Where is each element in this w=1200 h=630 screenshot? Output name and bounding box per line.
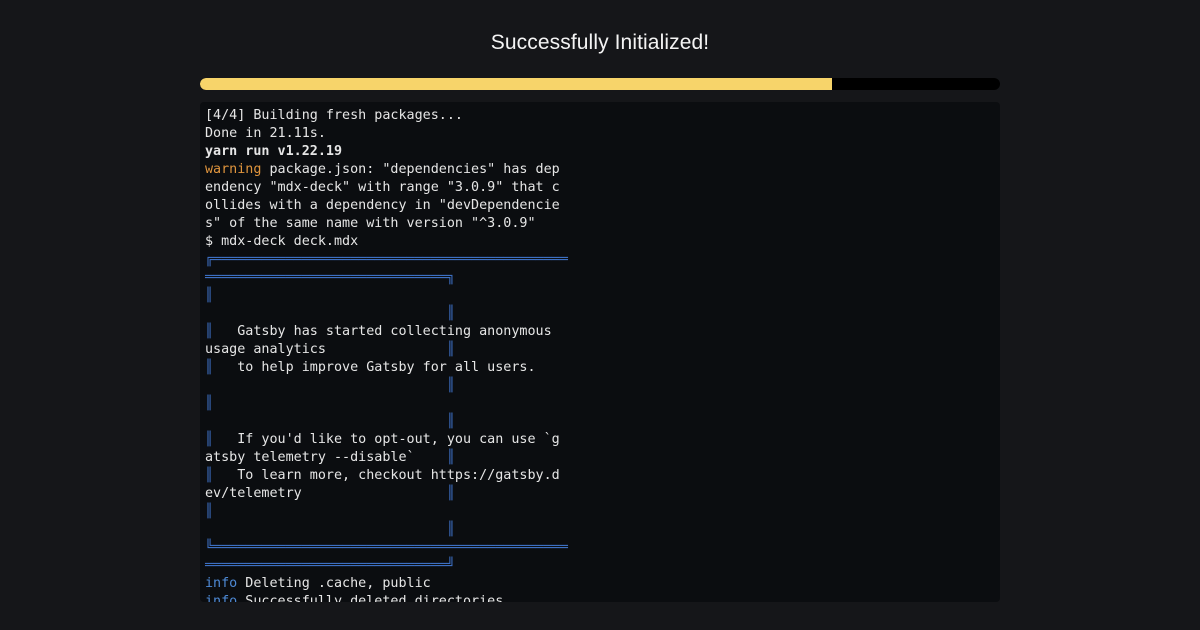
terminal-text: ev/telemetry [205, 486, 447, 501]
terminal-line: yarn run v1.22.19 [205, 143, 563, 161]
terminal-line: Done in 21.11s. [205, 125, 563, 143]
box-border-glyph: ║ [205, 306, 455, 321]
info-label: info [205, 576, 238, 591]
terminal-text: atsby telemetry --disable` [205, 450, 447, 465]
terminal-text: package.json: "dependencies" has dep [261, 162, 560, 177]
page-title: Successfully Initialized! [490, 31, 710, 54]
terminal-line: ══════════════════════════════╗ [205, 269, 563, 287]
box-border-glyph: ║ [205, 504, 214, 519]
terminal-line: info Deleting .cache, public [205, 575, 563, 593]
box-border-glyph: ║ [205, 522, 455, 537]
terminal-lines: [4/4] Building fresh packages... Done in … [205, 107, 568, 602]
box-border-glyph: ║ [446, 342, 455, 357]
terminal-text: to help improve Gatsby for all users. [213, 360, 536, 375]
terminal-line: s" of the same name with version "^3.0.9… [205, 215, 563, 233]
terminal-line: warning package.json: "dependencies" has… [205, 161, 563, 179]
terminal-line: usage analytics ║ [205, 341, 563, 359]
terminal-text: endency "mdx-deck" with range "3.0.9" th… [205, 180, 560, 195]
terminal-line: info Successfully deleted directories [205, 593, 563, 602]
warning-label: warning [205, 162, 262, 177]
terminal-line: ╔═══════════════════════════════════════… [205, 251, 568, 269]
terminal-line: atsby telemetry --disable` ║ [205, 449, 563, 467]
progress-bar-fill [200, 78, 832, 90]
info-label: info [205, 594, 238, 602]
box-border-glyph: ══════════════════════════════╝ [205, 558, 455, 573]
box-border-glyph: ║ [205, 360, 214, 375]
box-border-glyph: ║ [446, 450, 455, 465]
terminal-line: $ mdx-deck deck.mdx [205, 233, 563, 251]
terminal-text: yarn run v1.22.19 [205, 144, 343, 159]
terminal-line: ev/telemetry ║ [205, 485, 563, 503]
box-border-glyph: ║ [446, 486, 455, 501]
terminal-text: If you'd like to opt-out, you can use `g [213, 432, 560, 447]
terminal-line: ╚═══════════════════════════════════════… [205, 539, 568, 557]
terminal-text: Done in 21.11s. [205, 126, 326, 141]
terminal-line: endency "mdx-deck" with range "3.0.9" th… [205, 179, 563, 197]
terminal-line: ║ [205, 377, 563, 395]
terminal-line: ║ [205, 521, 563, 539]
box-border-glyph: ║ [205, 378, 455, 393]
terminal-line: ║ Gatsby has started collecting anonymou… [205, 323, 563, 341]
box-border-glyph: ║ [205, 324, 214, 339]
terminal-line: ║ [205, 413, 563, 431]
terminal-output[interactable]: [4/4] Building fresh packages... Done in … [200, 102, 1000, 602]
terminal-text: [4/4] Building fresh packages... [205, 108, 463, 123]
terminal-line: ║ [205, 395, 563, 413]
terminal-text: Deleting .cache, public [237, 576, 431, 591]
terminal-text: s" of the same name with version "^3.0.9… [205, 216, 536, 231]
terminal-line: ollides with a dependency in "devDepende… [205, 197, 563, 215]
box-border-glyph: ║ [205, 288, 214, 303]
progress-bar [200, 78, 1000, 90]
terminal-text: To learn more, checkout https://gatsby.d [213, 468, 560, 483]
box-border-glyph: ║ [205, 468, 214, 483]
terminal-text: usage analytics [205, 342, 447, 357]
terminal-line: ║ If you'd like to opt-out, you can use … [205, 431, 563, 449]
terminal-text: Gatsby has started collecting anonymous [213, 324, 552, 339]
terminal-line: ║ [205, 503, 563, 521]
terminal-text: ollides with a dependency in "devDepende… [205, 198, 560, 213]
terminal-line: [4/4] Building fresh packages... [205, 107, 563, 125]
box-border-glyph: ══════════════════════════════╗ [205, 270, 455, 285]
box-border-glyph: ║ [205, 396, 214, 411]
terminal-line: ║ To learn more, checkout https://gatsby… [205, 467, 563, 485]
terminal-line: ║ [205, 305, 563, 323]
terminal-line: ══════════════════════════════╝ [205, 557, 563, 575]
terminal-line: ║ to help improve Gatsby for all users. [205, 359, 563, 377]
box-border-glyph: ║ [205, 414, 455, 429]
box-border-glyph: ║ [205, 432, 214, 447]
terminal-text: Successfully deleted directories [237, 594, 504, 602]
terminal-line: ║ [205, 287, 563, 305]
box-border-glyph: ╚═══════════════════════════════════════… [205, 540, 568, 555]
box-border-glyph: ╔═══════════════════════════════════════… [205, 252, 568, 267]
terminal-text: $ mdx-deck deck.mdx [205, 234, 359, 249]
